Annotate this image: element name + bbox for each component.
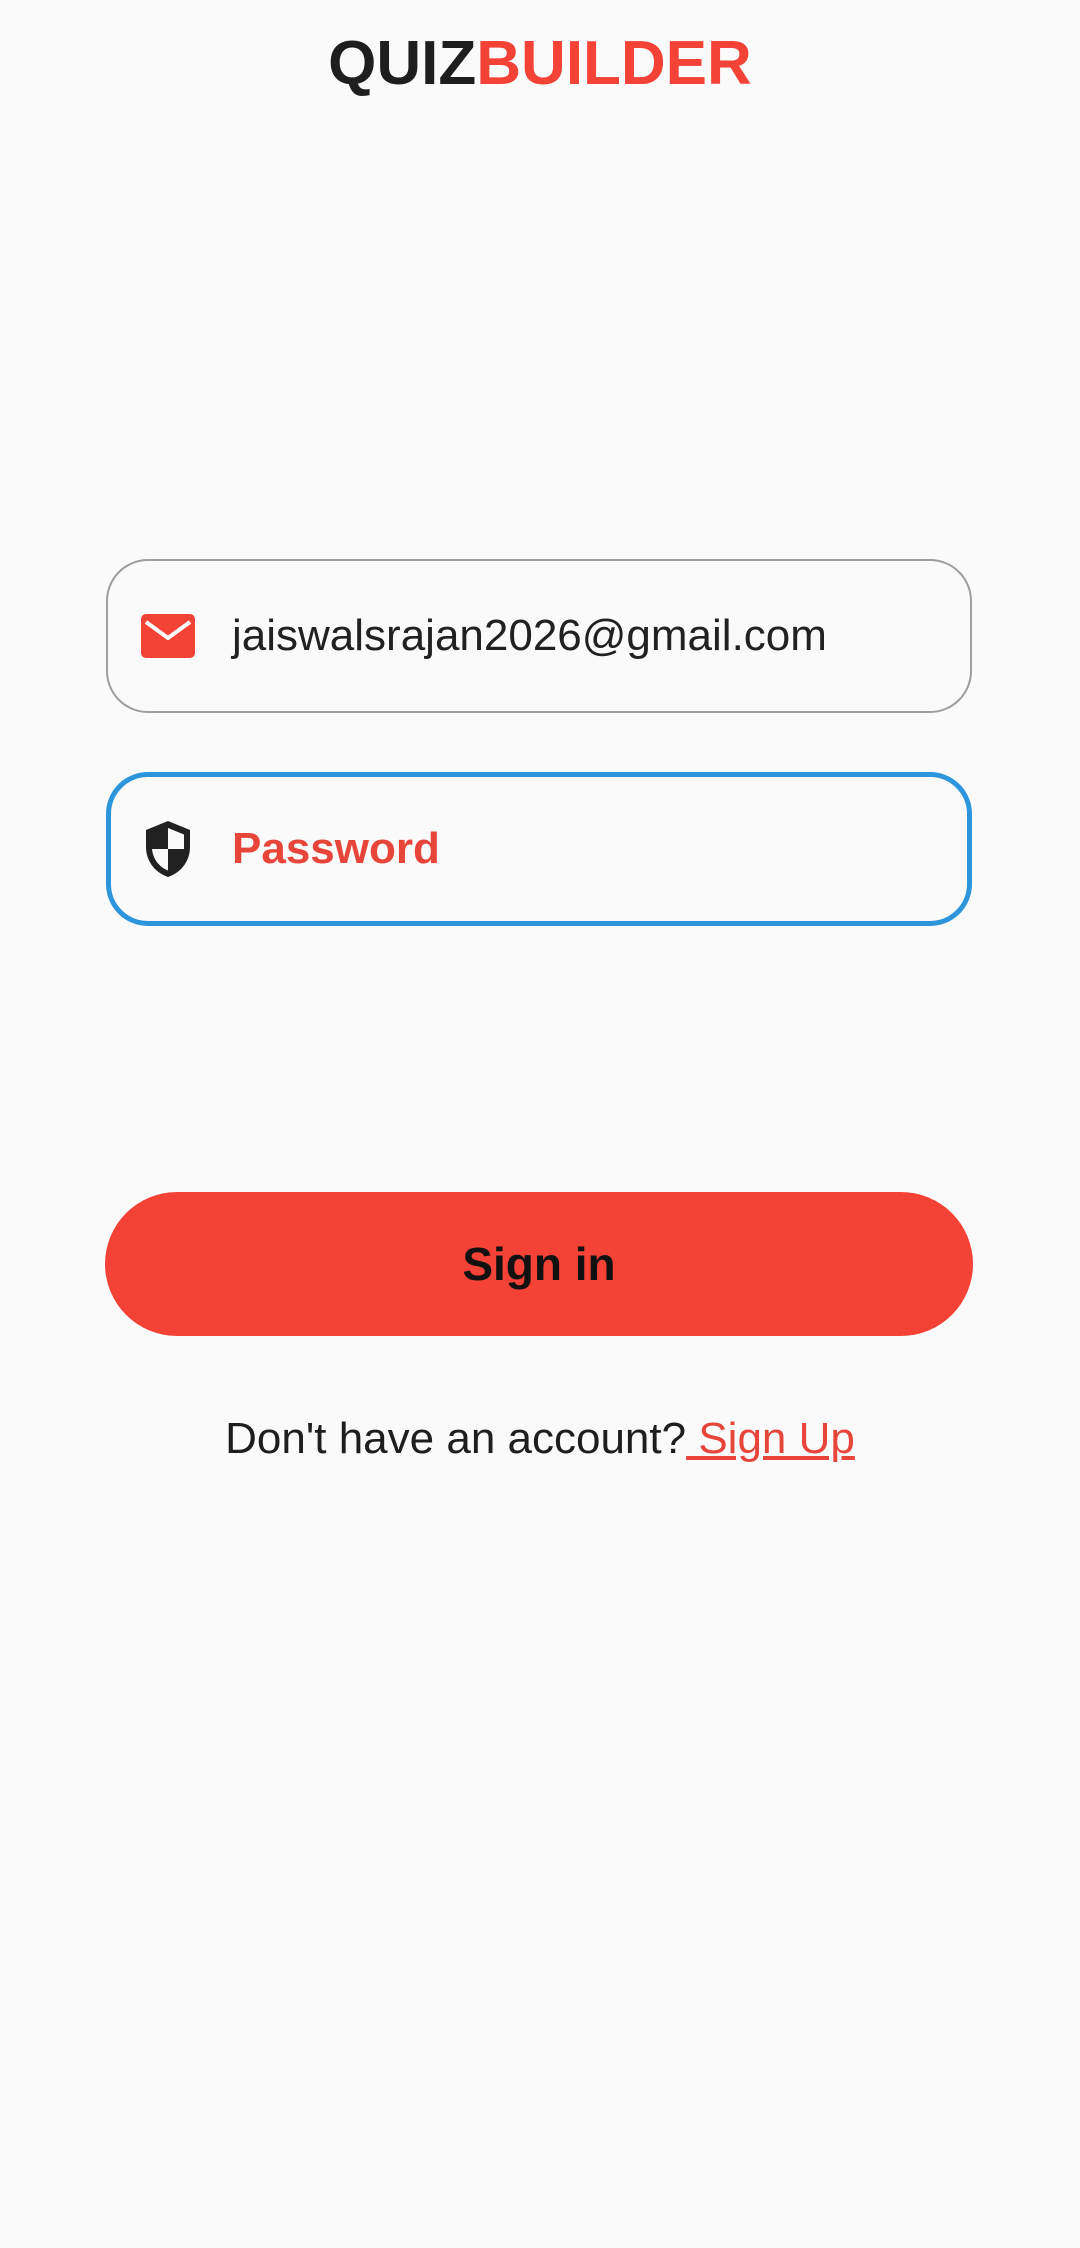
password-field[interactable]: Password bbox=[106, 772, 972, 926]
mail-icon bbox=[140, 608, 196, 664]
password-placeholder: Password bbox=[232, 824, 440, 873]
logo-text-builder: BUILDER bbox=[476, 29, 752, 98]
login-screen: QUIZBUILDER jaiswalsrajan2026@gmail.com … bbox=[0, 0, 1080, 2248]
logo-text-quiz: QUIZ bbox=[328, 29, 477, 98]
sign-in-button[interactable]: Sign in bbox=[105, 1192, 973, 1336]
signup-row: Don't have an account? Sign Up bbox=[0, 1414, 1080, 1464]
shield-icon bbox=[140, 821, 196, 877]
signup-prompt: Don't have an account? bbox=[225, 1414, 687, 1463]
email-value: jaiswalsrajan2026@gmail.com bbox=[232, 611, 827, 660]
sign-up-link[interactable]: Sign Up bbox=[686, 1414, 855, 1463]
app-logo: QUIZBUILDER bbox=[0, 28, 1080, 99]
email-field[interactable]: jaiswalsrajan2026@gmail.com bbox=[106, 559, 972, 713]
